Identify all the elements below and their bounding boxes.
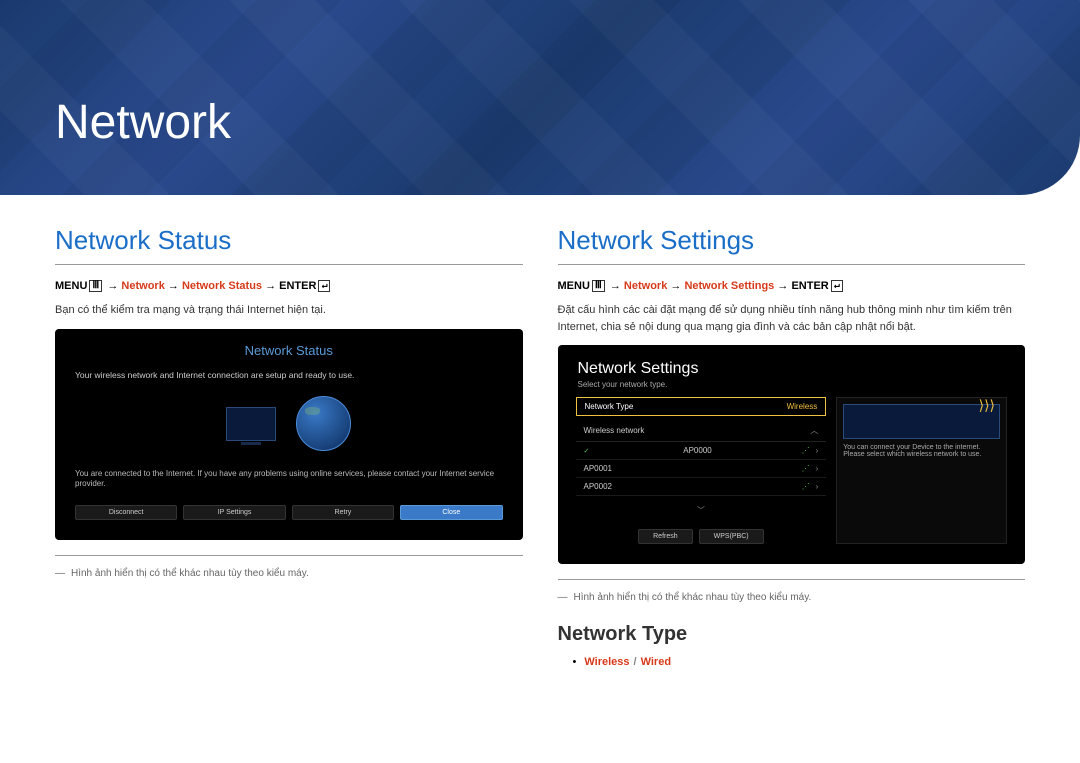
- signal-icon: ⋰: [802, 482, 810, 491]
- side-text: You can connect your Device to the inter…: [843, 444, 1000, 458]
- ap-row-0[interactable]: AP0000 ⋰ ›: [576, 442, 827, 460]
- ss-image-row: AP0000: [65, 384, 513, 463]
- content-columns: Network Status MENUⅢ → Network → Network…: [0, 195, 1080, 668]
- bullet: •: [573, 656, 577, 668]
- settings-desc: Đặt cấu hình các cài đặt mạng để sử dụng…: [558, 302, 1026, 335]
- status-desc: Bạn có thể kiểm tra mạng và trạng thái I…: [55, 302, 523, 319]
- signal-icon: ⋰: [802, 464, 810, 473]
- status-screenshot: Network Status Your wireless network and…: [55, 329, 523, 541]
- ss-left-panel: Network Type Wireless Wireless network ︿…: [576, 397, 827, 544]
- status-footnote: ― Hình ảnh hiển thị có thể khác nhau tùy …: [55, 555, 523, 579]
- signal-icon: ⋰: [802, 446, 810, 455]
- right-column: Network Settings MENUⅢ → Network → Netwo…: [558, 225, 1026, 668]
- path-arrow: →: [667, 280, 684, 292]
- network-type-row[interactable]: Network Type Wireless: [576, 397, 827, 416]
- chevron-right-icon: ›: [816, 464, 819, 473]
- path-enter: ENTER: [791, 280, 828, 292]
- type-value: Wireless: [787, 402, 818, 411]
- ss-line1: Your wireless network and Internet conne…: [65, 366, 513, 384]
- network-settings-heading: Network Settings: [558, 225, 1026, 265]
- ss-body: Network Type Wireless Wireless network ︿…: [568, 397, 1016, 554]
- path-settings: Network Settings: [684, 280, 774, 292]
- path-status: Network Status: [182, 280, 262, 292]
- dash: ―: [55, 568, 65, 579]
- ss-title: Network Status: [65, 339, 513, 366]
- ss-right-panel: ⟩⟩⟩ You can connect your Device to the i…: [836, 397, 1007, 544]
- network-type-heading: Network Type: [558, 623, 1026, 646]
- chevron-down-icon[interactable]: ﹀: [697, 505, 705, 516]
- device-icon: ⟩⟩⟩: [843, 404, 1000, 439]
- ap-row-1[interactable]: AP0001 ⋰ ›: [576, 460, 827, 478]
- ss-settings-title: Network Settings: [568, 355, 1016, 378]
- menu-icon: Ⅲ: [89, 280, 102, 292]
- chevron-right-icon: ›: [816, 482, 819, 491]
- path-arrow: →: [262, 280, 279, 292]
- settings-footnote: ― Hình ảnh hiển thị có thể khác nhau tùy …: [558, 579, 1026, 603]
- path-network: Network: [624, 280, 667, 292]
- settings-screenshot: Network Settings Select your network typ…: [558, 345, 1026, 564]
- ap-name: AP0002: [584, 482, 612, 491]
- type-label: Network Type: [585, 402, 634, 411]
- nav-path-status: MENUⅢ → Network → Network Status → ENTER…: [55, 280, 523, 292]
- page-title: Network: [0, 0, 1080, 150]
- menu-icon: Ⅲ: [592, 280, 605, 292]
- path-menu: MENU: [55, 280, 87, 292]
- wl-header-text: Wireless network: [584, 426, 645, 435]
- network-type-options: • Wireless / Wired: [558, 656, 1026, 668]
- path-menu: MENU: [558, 280, 590, 292]
- disconnect-button[interactable]: Disconnect: [75, 505, 177, 520]
- ss-buttons: Disconnect IP Settings Retry Close: [65, 495, 513, 530]
- path-arrow: →: [165, 280, 182, 292]
- dash: ―: [558, 592, 568, 603]
- retry-button[interactable]: Retry: [292, 505, 394, 520]
- left-column: Network Status MENUⅢ → Network → Network…: [55, 225, 523, 668]
- chevron-right-icon: ›: [816, 446, 819, 455]
- nav-path-settings: MENUⅢ → Network → Network Settings → ENT…: [558, 280, 1026, 292]
- refresh-button[interactable]: Refresh: [638, 529, 693, 544]
- ss-line2: You are connected to the Internet. If yo…: [65, 463, 513, 496]
- close-button[interactable]: Close: [400, 505, 502, 520]
- option-wired: Wired: [641, 656, 671, 668]
- header-banner: Network: [0, 0, 1080, 195]
- ap-name: AP0001: [584, 464, 612, 473]
- enter-icon: ↵: [318, 280, 330, 292]
- path-arrow: →: [104, 280, 121, 292]
- tv-icon: [226, 407, 276, 441]
- wifi-icon: ⟩⟩⟩: [979, 397, 995, 414]
- path-arrow: →: [607, 280, 624, 292]
- globe-icon: [296, 396, 351, 451]
- path-arrow: →: [774, 280, 791, 292]
- footnote-text: Hình ảnh hiển thị có thể khác nhau tùy t…: [574, 592, 812, 603]
- settings-btns: Refresh WPS(PBC): [576, 521, 827, 544]
- network-status-heading: Network Status: [55, 225, 523, 265]
- path-network: Network: [121, 280, 164, 292]
- option-wireless: Wireless: [584, 656, 629, 668]
- wireless-header: Wireless network ︿: [576, 420, 827, 442]
- ap-name: AP0000: [683, 446, 711, 455]
- wps-button[interactable]: WPS(PBC): [699, 529, 764, 544]
- separator: /: [634, 656, 637, 668]
- footnote-text: Hình ảnh hiển thị có thể khác nhau tùy t…: [71, 568, 309, 579]
- ap-row-2[interactable]: AP0002 ⋰ ›: [576, 478, 827, 496]
- ip-settings-button[interactable]: IP Settings: [183, 505, 285, 520]
- enter-icon: ↵: [831, 280, 843, 292]
- path-enter: ENTER: [279, 280, 316, 292]
- list-footer: ﹀: [576, 500, 827, 521]
- ss-sub: Select your network type.: [568, 378, 1016, 397]
- chevron-up-icon[interactable]: ︿: [810, 425, 818, 436]
